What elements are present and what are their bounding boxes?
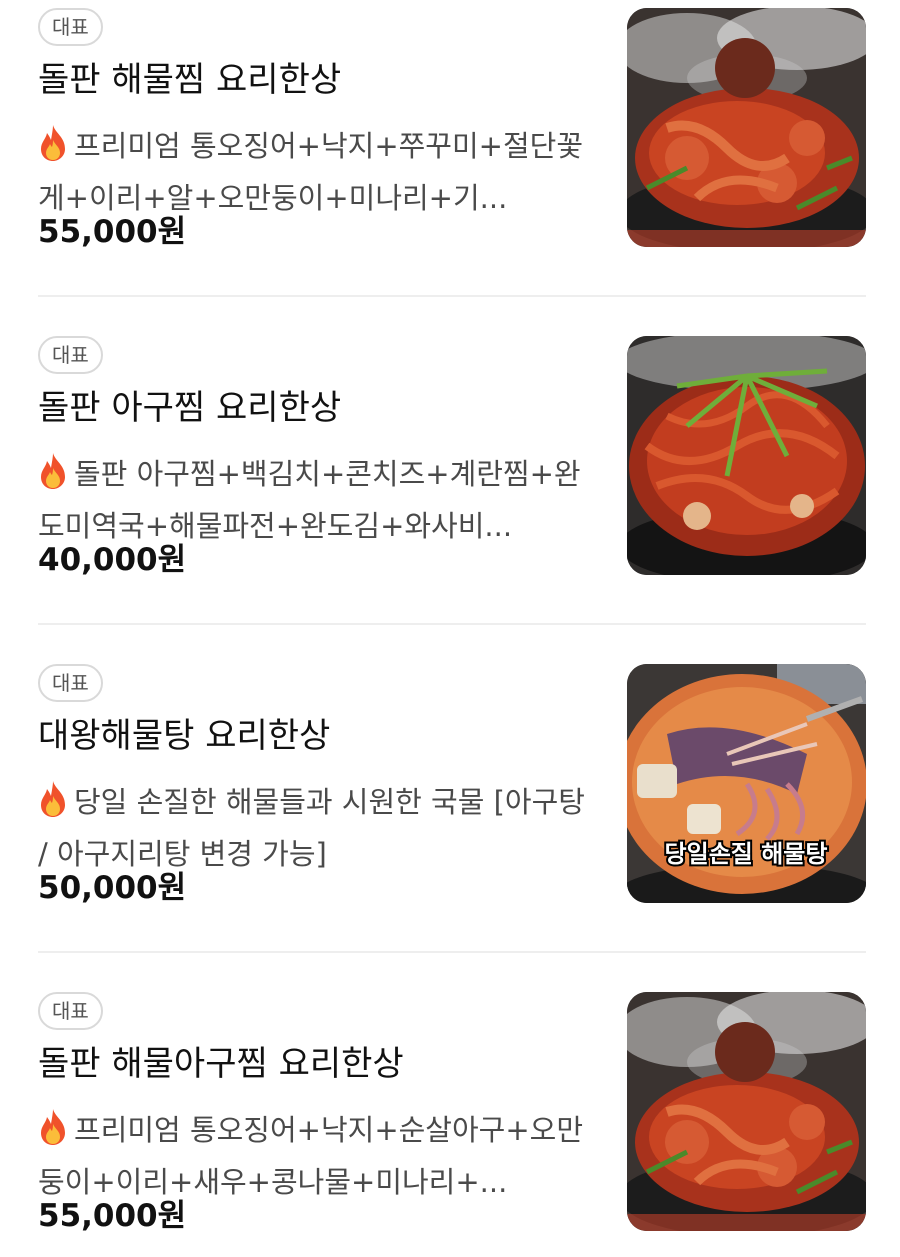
menu-item-description-text: 당일 손질한 해물들과 시원한 국물 [아구탕 / 아구지리탕 변경 가능] [38,785,585,871]
menu-item-1[interactable]: 대표 돌판 해물찜 요리한상 프리미엄 통오징어+낙지+쭈꾸미+절단꽃게+이리+… [38,8,866,268]
menu-item-title: 돌판 해물찜 요리한상 [38,60,342,100]
monkfish-jjim-photo [627,336,866,575]
signature-badge: 대표 [38,8,103,46]
menu-item-photo[interactable]: 당일손질 해물탕 [627,664,866,903]
seafood-stew-photo: 당일손질 해물탕 [627,664,866,903]
menu-item-price: 55,000원 [38,1198,187,1234]
menu-item-title: 돌판 아구찜 요리한상 [38,388,342,428]
fire-icon [38,124,68,162]
signature-badge: 대표 [38,336,103,374]
menu-item-photo[interactable] [627,992,866,1231]
signature-badge: 대표 [38,992,103,1030]
menu-item-2[interactable]: 대표 돌판 아구찜 요리한상 돌판 아구찜+백김치+콘치즈+계란찜+완도미역국+… [38,336,866,596]
menu-item-description-text: 프리미엄 통오징어+낙지+쭈꾸미+절단꽃게+이리+알+오만둥이+미나리+기... [38,129,583,215]
menu-item-price: 50,000원 [38,870,187,906]
fire-icon [38,1108,68,1146]
menu-item-photo[interactable] [627,336,866,575]
menu-item-price: 40,000원 [38,542,187,578]
divider [38,951,866,953]
menu-list: 대표 돌판 해물찜 요리한상 프리미엄 통오징어+낙지+쭈꾸미+절단꽃게+이리+… [0,0,900,1257]
menu-item-description-text: 돌판 아구찜+백김치+콘치즈+계란찜+완도미역국+해물파전+완도김+와사비... [38,457,581,543]
fire-icon [38,452,68,490]
seafood-jjim-photo [627,8,866,247]
menu-item-4[interactable]: 대표 돌판 해물아구찜 요리한상 프리미엄 통오징어+낙지+순살아구+오만둥이+… [38,992,866,1252]
menu-item-description-text: 프리미엄 통오징어+낙지+순살아구+오만둥이+이리+새우+콩나물+미나리+... [38,1113,583,1199]
menu-item-photo[interactable] [627,8,866,247]
divider [38,623,866,625]
divider [38,295,866,297]
seafood-jjim-photo [627,992,866,1231]
menu-item-price: 55,000원 [38,214,187,250]
photo-caption: 당일손질 해물탕 [665,840,828,868]
menu-item-title: 돌판 해물아구찜 요리한상 [38,1044,404,1084]
menu-item-3[interactable]: 대표 대왕해물탕 요리한상 당일 손질한 해물들과 시원한 국물 [아구탕 / … [38,664,866,924]
menu-item-title: 대왕해물탕 요리한상 [38,716,331,756]
signature-badge: 대표 [38,664,103,702]
fire-icon [38,780,68,818]
